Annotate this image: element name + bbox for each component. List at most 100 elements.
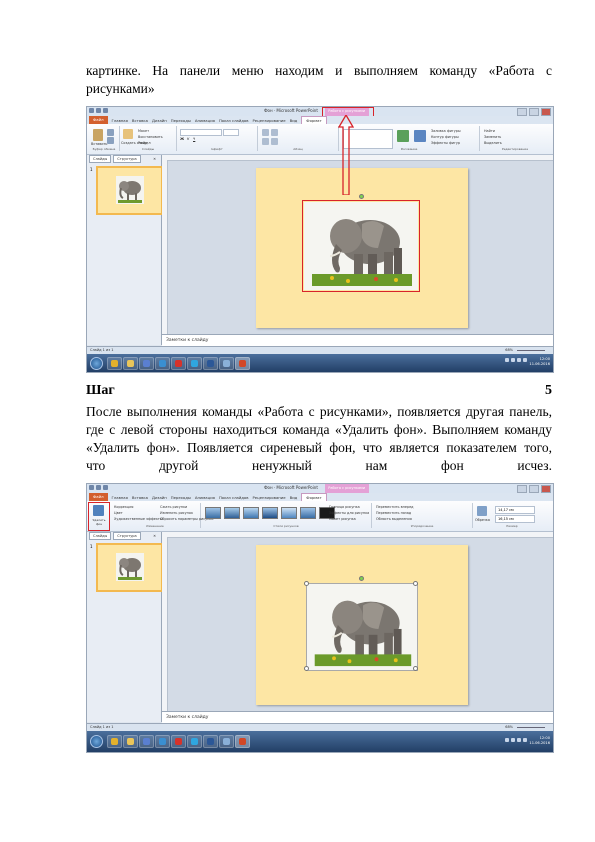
minimize-button[interactable] (517, 108, 527, 116)
save-icon[interactable] (89, 485, 94, 490)
context-tab-picture-tools[interactable]: Работа с рисунками (324, 484, 369, 493)
elephant-picture[interactable] (306, 583, 418, 671)
cut-icon[interactable] (107, 129, 114, 136)
align-left-icon[interactable] (262, 138, 269, 145)
taskbar-yandex[interactable] (171, 357, 186, 370)
close-pane-icon[interactable]: ✕ (150, 533, 159, 539)
taskbar: 12:00 11.06.2016 (87, 354, 553, 372)
taskbar-powerpoint[interactable] (235, 735, 250, 748)
save-icon[interactable] (89, 108, 94, 113)
picture-styles-gallery[interactable] (205, 507, 335, 519)
tab-insert[interactable]: Вставка (132, 495, 148, 500)
tab-review[interactable]: Рецензирование (252, 495, 285, 500)
zoom-slider[interactable] (517, 727, 545, 728)
slide-canvas (162, 115, 553, 334)
close-button[interactable] (541, 108, 551, 116)
quick-styles-icon[interactable] (414, 130, 426, 142)
slide[interactable] (256, 168, 468, 328)
undo-icon[interactable] (96, 108, 101, 113)
taskbar-explorer[interactable] (123, 735, 138, 748)
tab-slides[interactable]: Слайды (89, 532, 112, 540)
tab-design[interactable]: Дизайн (152, 118, 167, 123)
underline-button[interactable]: Ч (193, 137, 195, 141)
tab-view[interactable]: Вид (290, 118, 298, 123)
slide-canvas (162, 532, 553, 711)
tab-slides[interactable]: Слайды (89, 155, 112, 163)
rotate-handle[interactable] (359, 576, 364, 581)
close-button[interactable] (541, 485, 551, 493)
taskbar-yandex[interactable] (171, 735, 186, 748)
taskbar-clock[interactable]: 12:00 11.06.2016 (529, 736, 550, 746)
slide[interactable] (256, 545, 468, 705)
height-input[interactable]: 14,17 см (495, 506, 535, 514)
maximize-button[interactable] (529, 485, 539, 493)
tab-file[interactable]: Файл (89, 493, 108, 501)
bullets-icon[interactable] (262, 129, 269, 136)
numbering-icon[interactable] (271, 129, 278, 136)
taskbar: 12:00 11.06.2016 (87, 731, 553, 752)
taskbar-skype[interactable] (187, 357, 202, 370)
resize-handle-tr[interactable] (413, 581, 418, 586)
tab-review[interactable]: Рецензирование (252, 118, 285, 123)
crop-icon[interactable] (477, 506, 487, 516)
rotate-handle[interactable] (359, 194, 364, 199)
taskbar-files[interactable] (219, 735, 234, 748)
resize-handle-tl[interactable] (304, 581, 309, 586)
close-pane-icon[interactable]: ✕ (150, 156, 159, 162)
taskbar-player[interactable] (155, 357, 170, 370)
tab-view[interactable]: Вид (290, 495, 298, 500)
align-center-icon[interactable] (271, 138, 278, 145)
taskbar-skype[interactable] (187, 735, 202, 748)
taskbar-word[interactable] (203, 735, 218, 748)
group-adjust: Коррекция Цвет Художественные эффекты Сж… (110, 503, 213, 528)
tab-animations[interactable]: Анимация (195, 118, 215, 123)
arrow-up-icon (338, 115, 354, 195)
italic-button[interactable]: К (187, 137, 189, 141)
tab-insert[interactable]: Вставка (132, 118, 148, 123)
taskbar-chrome[interactable] (107, 357, 122, 370)
new-slide-icon[interactable] (123, 129, 133, 139)
font-name-select[interactable] (180, 129, 222, 136)
resize-handle-bl[interactable] (304, 666, 309, 671)
slide-thumbnail[interactable] (96, 543, 163, 592)
taskbar-media[interactable] (139, 357, 154, 370)
redo-icon[interactable] (103, 485, 108, 490)
width-input[interactable]: 16,15 см (495, 515, 535, 523)
tab-outline[interactable]: Структура (113, 532, 141, 540)
copy-icon[interactable] (107, 137, 114, 144)
maximize-button[interactable] (529, 108, 539, 116)
slide-thumbnail[interactable] (96, 166, 163, 215)
tab-slideshow[interactable]: Показ слайдов (219, 118, 249, 123)
taskbar-player[interactable] (155, 735, 170, 748)
start-button[interactable] (90, 357, 103, 370)
tab-transitions[interactable]: Переходы (171, 495, 191, 500)
paste-icon[interactable] (93, 129, 103, 141)
tab-outline[interactable]: Структура (113, 155, 141, 163)
taskbar-word[interactable] (203, 357, 218, 370)
taskbar-files[interactable] (219, 357, 234, 370)
undo-icon[interactable] (96, 485, 101, 490)
tab-home[interactable]: Главная (112, 118, 128, 123)
tab-animations[interactable]: Анимация (195, 495, 215, 500)
arrange-icon[interactable] (397, 130, 409, 142)
notes-pane[interactable]: Заметки к слайду (162, 711, 553, 723)
taskbar-chrome[interactable] (107, 735, 122, 748)
tab-transitions[interactable]: Переходы (171, 118, 191, 123)
notes-pane[interactable]: Заметки к слайду (162, 334, 553, 346)
start-button[interactable] (90, 735, 103, 748)
taskbar-explorer[interactable] (123, 357, 138, 370)
tab-home[interactable]: Главная (112, 495, 128, 500)
tab-design[interactable]: Дизайн (152, 495, 167, 500)
redo-icon[interactable] (103, 108, 108, 113)
taskbar-powerpoint[interactable] (235, 357, 250, 370)
tab-slideshow[interactable]: Показ слайдов (219, 495, 249, 500)
tab-file[interactable]: Файл (89, 116, 108, 124)
zoom-slider[interactable] (517, 350, 545, 351)
resize-handle-br[interactable] (413, 666, 418, 671)
taskbar-media[interactable] (139, 735, 154, 748)
minimize-button[interactable] (517, 485, 527, 493)
bold-button[interactable]: Ж (180, 137, 184, 141)
group-editing: Найти Заменить Выделить Редактирование (484, 129, 529, 151)
taskbar-clock[interactable]: 12:00 11.06.2016 (529, 357, 550, 367)
font-size-select[interactable] (223, 129, 239, 136)
